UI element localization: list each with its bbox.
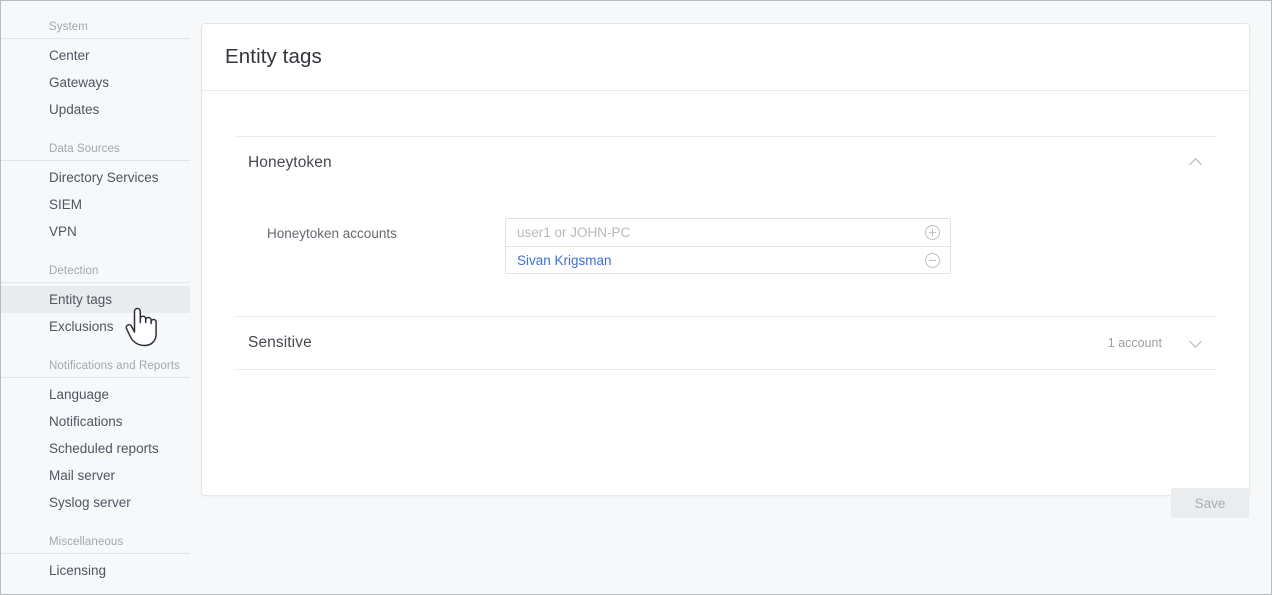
sidebar-group-spacer (1, 522, 199, 536)
application-window: System Center Gateways Updates Data Sources D… (0, 0, 1272, 595)
sidebar-item-licensing[interactable]: Licensing (1, 557, 190, 584)
panel-body: Honeytoken Honeytoken accounts user1 or … (202, 136, 1249, 540)
sidebar-group-items: Licensing (1, 554, 199, 584)
plus-circle-icon[interactable] (925, 225, 940, 240)
honeytoken-accounts-label: Honeytoken accounts (267, 226, 397, 241)
save-button[interactable]: Save (1171, 488, 1249, 518)
honeytoken-accounts-field: Honeytoken accounts Sivan Krigsman (235, 189, 1216, 274)
honeytoken-input-row (506, 219, 950, 246)
sidebar-group-header: System (1, 21, 190, 39)
sidebar-group-header: Notifications and Reports (1, 360, 190, 378)
chevron-up-icon[interactable] (1188, 155, 1204, 171)
sidebar-item-entity-tags[interactable]: Entity tags (1, 286, 190, 313)
sidebar-group-header: Miscellaneous (1, 536, 190, 554)
sensitive-header-right: 1 account (1108, 335, 1204, 351)
minus-circle-icon[interactable] (925, 252, 940, 268)
sidebar-group-spacer (1, 346, 199, 360)
honeytoken-body: Honeytoken accounts Sivan Krigsman (235, 189, 1216, 316)
sensitive-account-count: 1 account (1107, 336, 1162, 350)
sidebar-group: Data Sources Directory Services SIEM VPN (1, 143, 199, 245)
page-title: Entity tags (225, 45, 322, 68)
panel-footer: Save (1171, 488, 1249, 518)
sensitive-bottom-divider (235, 369, 1216, 370)
sidebar-group-items: Entity tags Exclusions (1, 283, 199, 340)
entity-tags-panel: Entity tags Honeytoken Honeytoken accoun… (201, 23, 1250, 518)
honeytoken-section: Honeytoken Honeytoken accounts user1 or … (235, 137, 1216, 316)
sidebar-item-notifications[interactable]: Notifications (1, 408, 190, 435)
sidebar-item-mail-server[interactable]: Mail server (1, 462, 190, 489)
sidebar-item-language[interactable]: Language (1, 381, 190, 408)
sidebar-group: Notifications and Reports Language Notific… (1, 360, 199, 516)
chevron-down-icon[interactable] (1188, 335, 1204, 351)
honeytoken-account-name[interactable]: Sivan Krigsman (517, 253, 612, 268)
sidebar-group-header: Data Sources (1, 143, 190, 161)
sidebar-item-center[interactable]: Center (1, 42, 190, 69)
sidebar-item-scheduled-reports[interactable]: Scheduled reports (1, 435, 190, 462)
honeytoken-title: Honeytoken (248, 154, 332, 171)
sidebar-group-items: Center Gateways Updates (1, 39, 199, 123)
sidebar-group-spacer (1, 129, 199, 143)
sidebar-group: Miscellaneous Licensing (1, 536, 199, 584)
honeytoken-account-row: Sivan Krigsman (506, 246, 950, 273)
sidebar-item-vpn[interactable]: VPN (1, 218, 190, 245)
sidebar-item-exclusions[interactable]: Exclusions (1, 313, 190, 340)
sidebar-group-header: Detection (1, 265, 190, 283)
honeytoken-account-input[interactable] (517, 220, 897, 245)
sidebar-group: Detection Entity tags Exclusions (1, 265, 199, 340)
settings-sidebar: System Center Gateways Updates Data Sources D… (1, 1, 199, 594)
honeytoken-accounts-list: Sivan Krigsman (505, 218, 951, 274)
sidebar-group-items: Directory Services SIEM VPN (1, 161, 199, 245)
sensitive-title: Sensitive (248, 334, 312, 351)
sidebar-group-items: Language Notifications Scheduled reports Ma… (1, 378, 199, 516)
sidebar-item-syslog-server[interactable]: Syslog server (1, 489, 190, 516)
sidebar-group-spacer (1, 251, 199, 265)
sidebar-item-gateways[interactable]: Gateways (1, 69, 190, 96)
sidebar-group-spacer (1, 590, 199, 594)
sidebar-item-directory-services[interactable]: Directory Services (1, 164, 190, 191)
honeytoken-header-right (1188, 155, 1204, 171)
sidebar-group: System Center Gateways Updates (1, 21, 199, 123)
sidebar-item-updates[interactable]: Updates (1, 96, 190, 123)
honeytoken-section-header[interactable]: Honeytoken (235, 137, 1216, 189)
sidebar-item-siem[interactable]: SIEM (1, 191, 190, 218)
panel-header: Entity tags (202, 24, 1249, 91)
sensitive-section-header[interactable]: Sensitive 1 account (235, 317, 1216, 369)
